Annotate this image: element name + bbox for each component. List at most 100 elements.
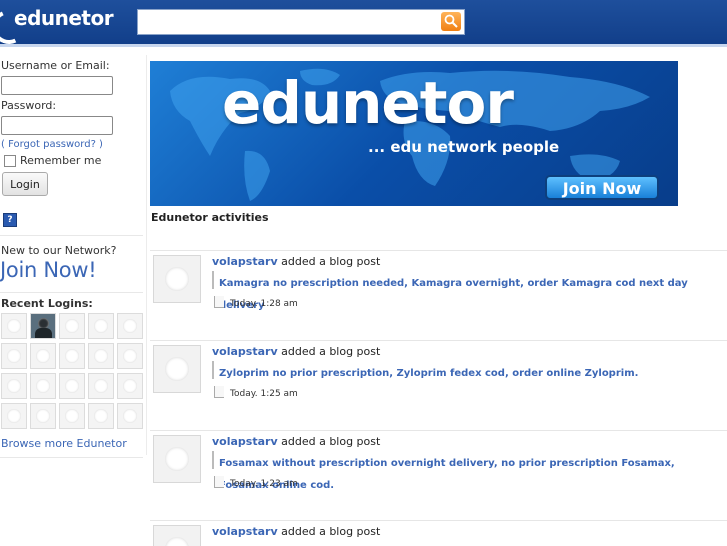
recent-login-avatar[interactable] <box>88 343 114 369</box>
recent-login-avatar[interactable] <box>117 343 143 369</box>
recent-login-avatar[interactable] <box>59 343 85 369</box>
recent-login-avatar[interactable] <box>117 403 143 429</box>
timestamp: Today. 1:28 am <box>230 299 298 309</box>
avatar-placeholder-icon <box>65 349 79 363</box>
activity-header: volapstarv added a blog post <box>212 525 380 538</box>
password-field[interactable] <box>1 116 113 135</box>
recent-login-avatar[interactable] <box>117 313 143 339</box>
username-field[interactable] <box>1 76 113 95</box>
activity-timestamp-row: Today. 1:25 am <box>214 386 298 399</box>
activity-item: volapstarv added a blog post Zyloprim no… <box>150 340 727 421</box>
activities-heading: Edunetor activities <box>151 211 269 224</box>
user-avatar[interactable] <box>153 525 201 546</box>
blog-post-quote: Kamagra no prescription needed, Kamagra … <box>212 271 727 311</box>
column-divider <box>146 55 147 455</box>
divider <box>0 235 143 236</box>
activity-item: volapstarv added a blog post Kamagra no … <box>150 250 727 331</box>
login-button[interactable]: Login <box>2 172 48 196</box>
site-logo[interactable]: edunetor <box>0 4 114 49</box>
avatar-placeholder-icon <box>123 349 137 363</box>
recent-login-avatar[interactable] <box>88 373 114 399</box>
recent-login-avatar[interactable] <box>1 313 27 339</box>
activity-item: volapstarv added a blog post Fosamax wit… <box>150 430 727 511</box>
password-label: Password: <box>1 99 57 112</box>
forgot-password-link[interactable]: ( Forgot password? ) <box>1 139 103 150</box>
banner-join-button[interactable]: Join Now <box>545 175 659 200</box>
avatar-placeholder-icon <box>165 267 189 291</box>
browse-more-link[interactable]: Browse more Edunetor <box>1 437 127 450</box>
activity-timestamp-row: Today. 1:23 am <box>214 476 298 489</box>
promo-banner[interactable]: edunetor ... edu network people Join Now <box>150 61 678 206</box>
activity-action: added a blog post <box>281 525 381 538</box>
help-icon[interactable]: ? <box>3 213 17 227</box>
recent-login-avatar[interactable] <box>59 403 85 429</box>
search-box <box>137 9 465 35</box>
avatar-placeholder-icon <box>94 319 108 333</box>
divider <box>0 292 143 293</box>
recent-login-avatar[interactable] <box>59 373 85 399</box>
recent-login-avatar[interactable] <box>117 373 143 399</box>
recent-login-avatar[interactable] <box>30 373 56 399</box>
avatar-placeholder-icon <box>165 447 189 471</box>
avatar-placeholder-icon <box>65 319 79 333</box>
document-icon <box>214 296 224 308</box>
search-button[interactable] <box>441 12 461 31</box>
blog-post-link[interactable]: Zyloprim no prior prescription, Zyloprim… <box>219 368 638 379</box>
banner-logo-text: edunetor <box>222 69 514 137</box>
document-icon <box>214 386 224 398</box>
recent-login-avatar[interactable] <box>1 343 27 369</box>
avatar-placeholder-icon <box>94 379 108 393</box>
recent-login-avatar[interactable] <box>88 313 114 339</box>
timestamp: Today. 1:25 am <box>230 389 298 399</box>
recent-login-avatar[interactable] <box>30 343 56 369</box>
recent-login-avatar[interactable] <box>59 313 85 339</box>
avatar-placeholder-icon <box>123 379 137 393</box>
user-link[interactable]: volapstarv <box>212 435 278 448</box>
activity-item: volapstarv added a blog post <box>150 520 727 546</box>
avatar-placeholder-icon <box>94 409 108 423</box>
avatar-placeholder-icon <box>7 409 21 423</box>
blog-post-quote: Fosamax without prescription overnight d… <box>212 451 727 491</box>
user-link[interactable]: volapstarv <box>212 525 278 538</box>
new-to-network-text: New to our Network? <box>1 244 117 257</box>
avatar-placeholder-icon <box>7 349 21 363</box>
activity-action: added a blog post <box>281 435 381 448</box>
recent-logins-heading: Recent Logins: <box>1 297 93 310</box>
recent-login-avatar[interactable] <box>1 403 27 429</box>
search-icon <box>444 14 458 28</box>
user-link[interactable]: volapstarv <box>212 345 278 358</box>
avatar-placeholder-icon <box>123 319 137 333</box>
recent-login-avatar[interactable] <box>1 373 27 399</box>
avatar-placeholder-icon <box>165 357 189 381</box>
user-avatar[interactable] <box>153 255 201 303</box>
activity-timestamp-row: Today. 1:28 am <box>214 296 298 309</box>
avatar-placeholder-icon <box>65 379 79 393</box>
document-icon <box>214 476 224 488</box>
user-avatar[interactable] <box>153 435 201 483</box>
avatar-placeholder-icon <box>36 379 50 393</box>
activity-header: volapstarv added a blog post <box>212 255 380 268</box>
user-photo-body <box>35 328 52 338</box>
recent-login-avatar[interactable] <box>30 313 56 339</box>
recent-login-avatar[interactable] <box>88 403 114 429</box>
avatar-placeholder-icon <box>7 379 21 393</box>
activity-action: added a blog post <box>281 345 381 358</box>
banner-tagline: ... edu network people <box>368 138 560 156</box>
username-label: Username or Email: <box>1 59 110 72</box>
remember-me-checkbox[interactable] <box>4 155 16 167</box>
avatar-placeholder-icon <box>7 319 21 333</box>
avatar-placeholder-icon <box>94 349 108 363</box>
activity-header: volapstarv added a blog post <box>212 435 380 448</box>
blog-post-quote: Zyloprim no prior prescription, Zyloprim… <box>212 361 638 379</box>
user-avatar[interactable] <box>153 345 201 393</box>
search-input[interactable] <box>142 11 446 35</box>
user-link[interactable]: volapstarv <box>212 255 278 268</box>
avatar-placeholder-icon <box>123 409 137 423</box>
join-now-link[interactable]: Join Now! <box>0 258 97 282</box>
activity-header: volapstarv added a blog post <box>212 345 380 358</box>
recent-login-avatar[interactable] <box>30 403 56 429</box>
remember-me-label: Remember me <box>20 154 102 167</box>
divider <box>0 457 143 458</box>
logo-text: edunetor <box>14 6 114 30</box>
activity-action: added a blog post <box>281 255 381 268</box>
